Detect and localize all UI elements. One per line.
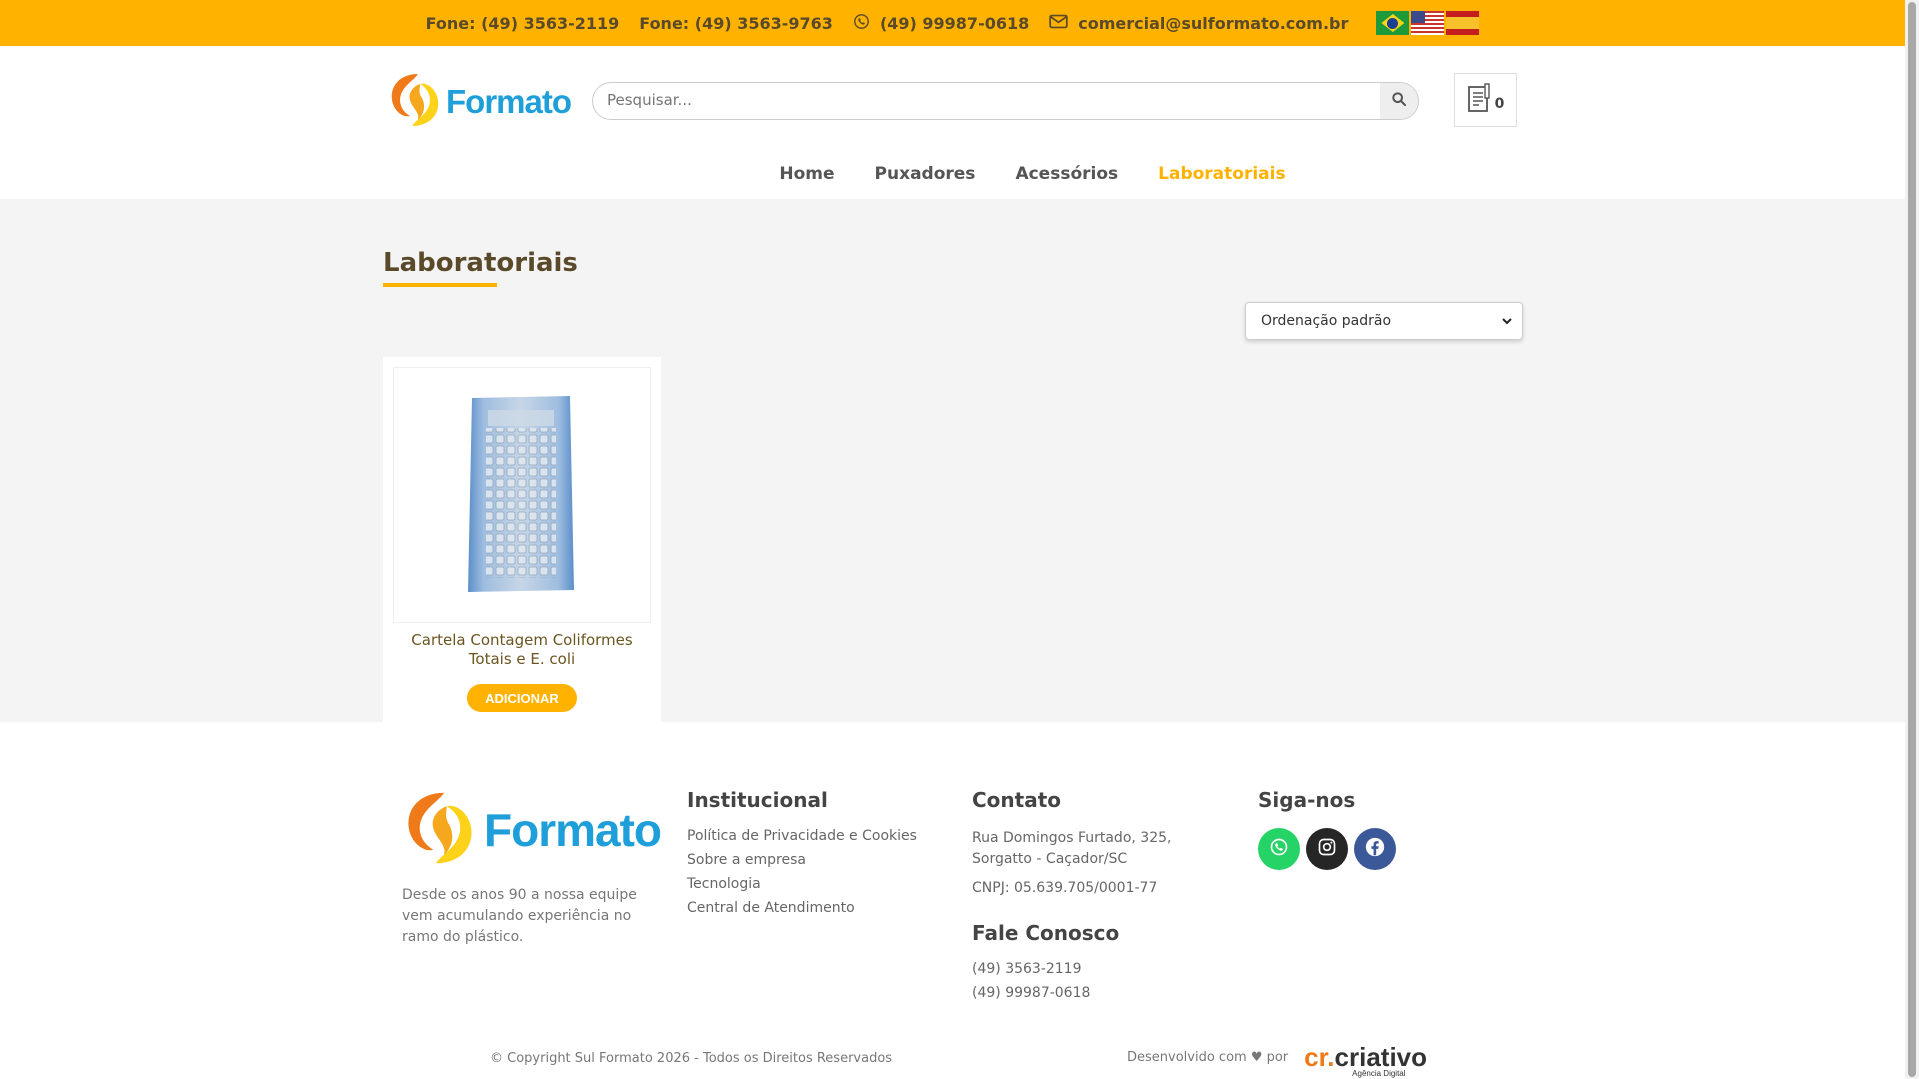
- developer-credit: Desenvolvido com ♥ por cr.criativo Agênc…: [1127, 1042, 1428, 1078]
- siga-nos-heading: Siga-nos: [1258, 788, 1356, 812]
- fale-conosco-heading: Fale Conosco: [972, 921, 1120, 945]
- nav-item-acessorios[interactable]: Acessórios: [1015, 164, 1118, 184]
- scrollbar-thumb[interactable]: [1908, 2, 1916, 1077]
- header-logo[interactable]: Formato: [388, 72, 572, 132]
- spain-flag[interactable]: [1446, 11, 1480, 35]
- nav-item-home[interactable]: Home: [779, 164, 834, 184]
- email-address: comercial@sulformato.com.br: [1078, 13, 1349, 33]
- footer-link-about[interactable]: Sobre a empresa: [687, 852, 917, 868]
- whatsapp-number: (49) 99987-0618: [879, 13, 1030, 33]
- about-text: Desde os anos 90 a nossa equipe vem acum…: [402, 887, 637, 945]
- sort-selected-value: Ordenação padrão: [1261, 313, 1392, 329]
- usa-flag[interactable]: [1411, 11, 1445, 35]
- contato-heading: Contato: [972, 788, 1062, 812]
- search-button[interactable]: [1380, 83, 1418, 119]
- instagram-icon: [1317, 837, 1337, 861]
- instagram-social-button[interactable]: [1306, 828, 1348, 870]
- whatsapp-icon: [853, 13, 870, 34]
- search-icon: [1391, 91, 1407, 111]
- institucional-heading: Institucional: [687, 788, 828, 812]
- product-image[interactable]: [393, 367, 651, 623]
- search-bar: [592, 82, 1419, 120]
- title-underline: [383, 283, 497, 287]
- product-name[interactable]: Cartela Contagem Coliformes Totais e E. …: [393, 631, 651, 669]
- address-line-1: Rua Domingos Furtado, 325,: [972, 830, 1172, 846]
- whatsapp-icon: [1269, 837, 1289, 861]
- cart-count: 0: [1494, 96, 1505, 112]
- facebook-social-button[interactable]: [1354, 828, 1396, 870]
- criativo-logo-prefix: cr.: [1304, 1042, 1335, 1072]
- address-line-2: Sorgatto - Caçador/SC: [972, 851, 1128, 867]
- top-contact-bar: Fone: (49) 3563-2119 Fone: (49) 3563-976…: [0, 0, 1905, 46]
- copyright-text: © Copyright Sul Formato 2026 - Todos os …: [490, 1051, 893, 1066]
- social-links: [1258, 828, 1396, 870]
- criativo-logo[interactable]: cr.criativo Agência Digital: [1304, 1042, 1428, 1078]
- footer-social: Siga-nos: [1258, 788, 1396, 870]
- phone-1[interactable]: Fone: (49) 3563-2119: [426, 14, 620, 33]
- credit-text: Desenvolvido com ♥ por: [1127, 1050, 1289, 1065]
- add-to-quote-button[interactable]: ADICIONAR: [467, 684, 577, 712]
- footer-phone[interactable]: (49) 3563-2119: [972, 961, 1171, 977]
- quote-cart-button[interactable]: 0: [1454, 73, 1517, 127]
- main-nav: Home Puxadores Acessórios Laboratoriais: [0, 164, 1905, 184]
- quote-list-icon: [1467, 83, 1493, 117]
- page-scrollbar[interactable]: [1905, 0, 1919, 1079]
- facebook-icon: [1364, 836, 1386, 862]
- site-footer: Formato Desde os anos 90 a nossa equipe …: [0, 722, 1905, 1079]
- criativo-logo-word: criativo: [1334, 1042, 1428, 1072]
- logo-wordmark: Formato: [446, 83, 572, 120]
- cnpj: CNPJ: 05.639.705/0001-77: [972, 880, 1158, 896]
- nav-item-puxadores[interactable]: Puxadores: [875, 164, 976, 184]
- product-card: Cartela Contagem Coliformes Totais e E. …: [383, 357, 661, 722]
- footer-link-support[interactable]: Central de Atendimento: [687, 900, 917, 916]
- footer-whatsapp[interactable]: (49) 99987-0618: [972, 985, 1171, 1001]
- chevron-down-icon: [1502, 313, 1512, 329]
- formato-logo-mark: [402, 790, 478, 870]
- criativo-logo-subtitle: Agência Digital: [1352, 1069, 1406, 1078]
- logo-wordmark: Formato: [484, 804, 662, 856]
- envelope-icon: [1049, 14, 1068, 33]
- search-input[interactable]: [607, 91, 1337, 109]
- whatsapp-contact[interactable]: (49) 99987-0618: [853, 13, 1029, 34]
- footer-contato: Contato Rua Domingos Furtado, 325, Sorga…: [972, 788, 1171, 1009]
- language-flags: [1376, 11, 1480, 35]
- footer-link-privacy[interactable]: Política de Privacidade e Cookies: [687, 828, 917, 844]
- nav-item-laboratoriais[interactable]: Laboratoriais: [1158, 164, 1285, 184]
- whatsapp-social-button[interactable]: [1258, 828, 1300, 870]
- page-title: Laboratoriais: [383, 248, 578, 278]
- footer-logo[interactable]: Formato: [402, 790, 662, 870]
- brazil-flag[interactable]: [1376, 11, 1410, 35]
- site-header: Formato 0 Home Puxadores Acessórios Labo…: [0, 46, 1905, 199]
- main-content: Laboratoriais Ordenação padrão Cartela C…: [0, 199, 1905, 722]
- formato-logo-mark: [388, 72, 442, 132]
- phone-2[interactable]: Fone: (49) 3563-9763: [639, 14, 833, 33]
- sort-select[interactable]: Ordenação padrão: [1245, 302, 1523, 340]
- footer-institucional: Institucional Política de Privacidade e …: [687, 788, 917, 924]
- email-contact[interactable]: comercial@sulformato.com.br: [1049, 14, 1348, 33]
- footer-link-technology[interactable]: Tecnologia: [687, 876, 917, 892]
